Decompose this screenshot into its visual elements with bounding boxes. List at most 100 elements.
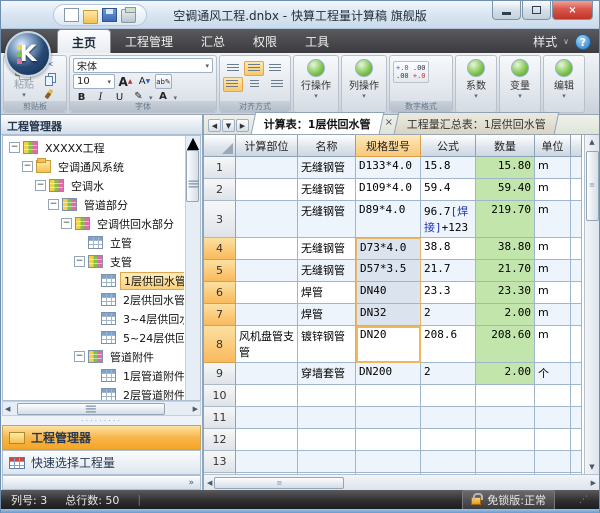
cell-name[interactable]: 焊管: [298, 282, 356, 304]
cell-name[interactable]: 无缝钢管: [298, 157, 356, 179]
edit-button[interactable]: 编辑▾: [547, 58, 581, 101]
cell-unit[interactable]: m: [535, 260, 571, 282]
row-header[interactable]: 5: [204, 260, 236, 282]
tree-item[interactable]: −管道附件: [5, 347, 184, 366]
cell-unit[interactable]: m: [535, 179, 571, 201]
row-header[interactable]: 6: [204, 282, 236, 304]
cell-formula[interactable]: 2: [421, 304, 476, 326]
tree-item[interactable]: −3~4层供回水管: [5, 309, 184, 328]
cell-spec[interactable]: D57*3.5: [356, 260, 421, 282]
cell-unit[interactable]: m: [535, 201, 571, 238]
cell-formula[interactable]: [421, 385, 476, 407]
cell-qty[interactable]: 2.00: [476, 363, 535, 385]
cell-unit[interactable]: [535, 473, 571, 474]
sheet-nav-menu-icon[interactable]: ▼: [222, 119, 235, 132]
tree-horizontal-scrollbar[interactable]: ◀ ≡ ▶: [2, 401, 201, 416]
cell-name[interactable]: [298, 451, 356, 473]
cell-qty[interactable]: [476, 473, 535, 474]
cell-qty[interactable]: 208.60: [476, 326, 535, 363]
cell-part[interactable]: [236, 260, 298, 282]
cell-formula[interactable]: 21.7: [421, 260, 476, 282]
tree-item[interactable]: −5~24层供回水管: [5, 328, 184, 347]
grid-horizontal-scrollbar[interactable]: ◀ ≡ ▶: [204, 474, 599, 490]
col-ops-button[interactable]: 列操作▾: [345, 58, 383, 101]
cell-name[interactable]: 镀锌钢管: [298, 326, 356, 363]
cell-name[interactable]: [298, 473, 356, 474]
tree-vertical-scrollbar[interactable]: ▲ ≡: [185, 136, 200, 400]
minimize-button[interactable]: [492, 1, 521, 20]
tree-item[interactable]: −2层管道附件: [5, 385, 184, 400]
cell-part[interactable]: [236, 407, 298, 429]
align-center-button[interactable]: [244, 77, 264, 92]
cell-formula[interactable]: 23.3: [421, 282, 476, 304]
cell-unit[interactable]: m: [535, 304, 571, 326]
cell-unit[interactable]: m: [535, 326, 571, 363]
cell-formula[interactable]: 15.8: [421, 157, 476, 179]
cell-part[interactable]: [236, 304, 298, 326]
sheet-nav-prev-icon[interactable]: ◀: [208, 119, 221, 132]
grid-vertical-scrollbar[interactable]: ▲ ≡ ▼: [584, 135, 599, 474]
cell-spec[interactable]: DN40: [356, 282, 421, 304]
cell-part[interactable]: [236, 473, 298, 474]
ribbon-tab-4[interactable]: 工具: [291, 29, 343, 53]
cell-name[interactable]: 穿墙套管: [298, 363, 356, 385]
row-header[interactable]: 2: [204, 179, 236, 201]
cell-name[interactable]: 无缝钢管: [298, 260, 356, 282]
ribbon-tab-1[interactable]: 工程管理: [111, 29, 187, 53]
cell-formula[interactable]: [421, 451, 476, 473]
cell-part[interactable]: [236, 385, 298, 407]
tree-toggle-icon[interactable]: −: [9, 142, 20, 153]
tree-toggle-icon[interactable]: −: [48, 199, 59, 210]
row-header[interactable]: 7: [204, 304, 236, 326]
restore-button[interactable]: [522, 1, 551, 20]
coeff-button[interactable]: 系数▾: [459, 58, 493, 101]
increase-decimal-button[interactable]: +.0 .00.00 +.0: [393, 61, 429, 83]
cell-formula[interactable]: [421, 473, 476, 474]
cell-spec[interactable]: D109*4.0: [356, 179, 421, 201]
sheet-tab-close-icon[interactable]: ×: [385, 117, 393, 128]
resize-grip[interactable]: ⋰: [579, 495, 589, 505]
cell-spec[interactable]: DN20: [356, 326, 421, 363]
cell-part[interactable]: 风机盘管支管: [236, 326, 298, 363]
format-painter-button[interactable]: [40, 88, 58, 100]
align-top-button[interactable]: [223, 61, 243, 76]
cell-formula[interactable]: 38.8: [421, 238, 476, 260]
grow-font-button[interactable]: A▲: [117, 74, 134, 89]
row-header[interactable]: 9: [204, 363, 236, 385]
column-header-2[interactable]: 规格型号: [356, 135, 421, 157]
cell-spec[interactable]: D89*4.0: [356, 201, 421, 238]
cell-formula[interactable]: 2: [421, 363, 476, 385]
tree-item[interactable]: −2层供回水管: [5, 290, 184, 309]
cell-unit[interactable]: [535, 429, 571, 451]
row-header[interactable]: 3: [204, 201, 236, 238]
cell-unit[interactable]: m: [535, 238, 571, 260]
column-header-3[interactable]: 公式: [421, 135, 476, 157]
cell-name[interactable]: 无缝钢管: [298, 201, 356, 238]
cell-unit[interactable]: [535, 385, 571, 407]
cell-formula[interactable]: 59.4: [421, 179, 476, 201]
tree-item[interactable]: −空调供回水部分: [5, 214, 184, 233]
cell-spec[interactable]: DN32: [356, 304, 421, 326]
cell-part[interactable]: [236, 282, 298, 304]
splitter-handle[interactable]: .........: [1, 416, 202, 425]
cell-qty[interactable]: [476, 407, 535, 429]
row-header[interactable]: 10: [204, 385, 236, 407]
column-header-0[interactable]: 计算部位: [236, 135, 298, 157]
cell-qty[interactable]: 21.70: [476, 260, 535, 282]
cell-qty[interactable]: 15.80: [476, 157, 535, 179]
tree-item[interactable]: −立管: [5, 233, 184, 252]
cell-name[interactable]: 焊管: [298, 304, 356, 326]
cell-qty[interactable]: 38.80: [476, 238, 535, 260]
cell-spec[interactable]: [356, 385, 421, 407]
cell-part[interactable]: [236, 429, 298, 451]
ribbon-tab-0[interactable]: 主页: [57, 29, 111, 53]
cell-unit[interactable]: [535, 451, 571, 473]
cell-unit[interactable]: m: [535, 157, 571, 179]
row-header[interactable]: 8: [204, 326, 236, 363]
cell-spec[interactable]: [356, 429, 421, 451]
cell-unit[interactable]: [535, 407, 571, 429]
cell-part[interactable]: [236, 179, 298, 201]
row-ops-button[interactable]: 行操作▾: [297, 58, 335, 101]
cell-spec[interactable]: [356, 451, 421, 473]
variable-button[interactable]: 变量▾: [503, 58, 537, 101]
